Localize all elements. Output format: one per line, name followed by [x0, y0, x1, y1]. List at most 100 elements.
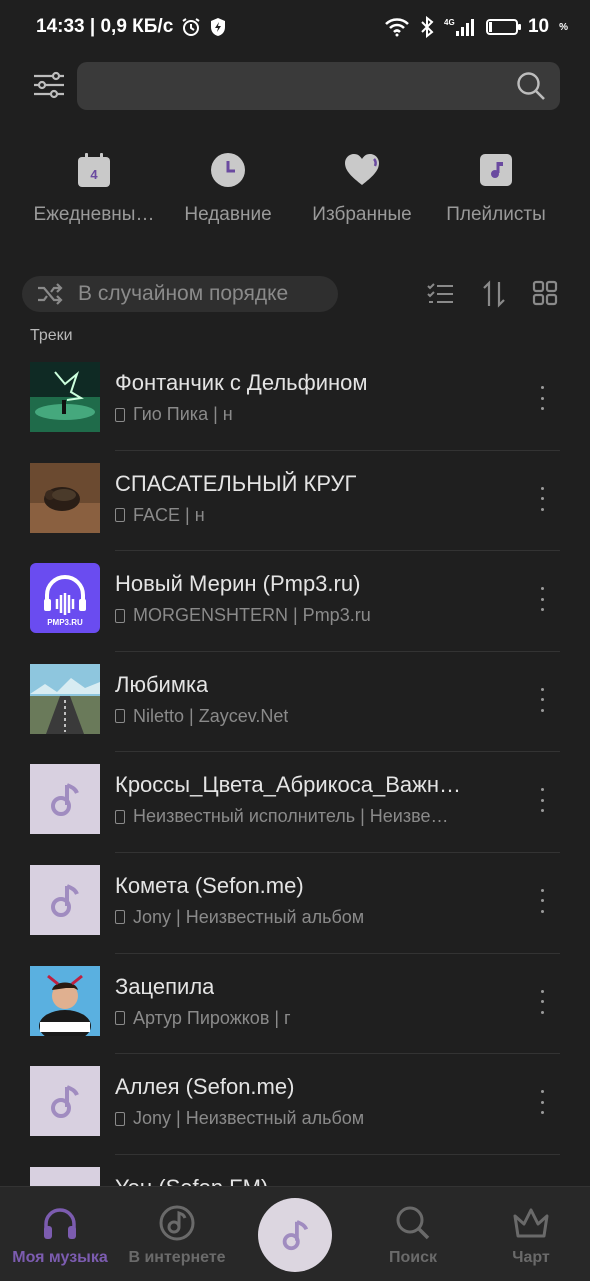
search-icon[interactable]	[516, 71, 546, 106]
track-subtitle: Jony | Неизвестный альбом	[115, 1108, 364, 1129]
shield-icon	[209, 17, 227, 37]
calendar-icon: 4	[74, 150, 114, 190]
shuffle-icon	[36, 282, 64, 306]
category-recent[interactable]: Недавние	[158, 150, 298, 226]
track-row[interactable]: Зацепила Артур Пирожков | г	[0, 954, 590, 1055]
track-subtitle: Jony | Неизвестный альбом	[115, 907, 364, 928]
track-row[interactable]: PMP3.RU Новый Мерин (Pmp3.ru) MORGENSHTE…	[0, 551, 590, 652]
album-cover	[30, 663, 100, 734]
search-input[interactable]	[77, 62, 560, 110]
track-row[interactable]: СПАСАТЕЛЬНЫЙ КРУГ FACE | н	[0, 451, 590, 552]
category-label: Избранные	[312, 204, 412, 225]
cover-text: PMP3.RU	[47, 618, 83, 627]
track-row[interactable]: Любимка Niletto | Zaycev.Net	[0, 652, 590, 753]
nav-online[interactable]: В интернете	[117, 1187, 237, 1267]
nav-search[interactable]: Поиск	[353, 1187, 473, 1267]
more-options-icon[interactable]	[532, 386, 552, 410]
music-note-icon	[51, 884, 79, 917]
track-artist: Артур Пирожков | г	[133, 1007, 291, 1028]
track-row[interactable]: Аллея (Sefon.me) Jony | Неизвестный альб…	[0, 1054, 590, 1155]
battery-unit: %	[559, 21, 568, 33]
track-artist: Jony | Неизвестный альбом	[133, 906, 365, 927]
track-subtitle: MORGENSHTERN | Pmp3.ru	[115, 605, 371, 626]
now-playing-button[interactable]	[258, 1198, 332, 1272]
category-playlists[interactable]: Плейлисты	[426, 150, 566, 226]
track-subtitle: Неизвестный исполнитель | Неизве…	[115, 806, 448, 827]
more-options-icon[interactable]	[532, 1090, 552, 1115]
nav-label: Чарт	[512, 1249, 550, 1266]
nav-label: В интернете	[128, 1249, 226, 1266]
track-title: Новый Мерин (Pmp3.ru)	[115, 571, 361, 597]
heart-icon	[342, 150, 382, 190]
shuffle-label: В случайном порядке	[78, 282, 289, 305]
track-row[interactable]: Кроссы_Цвета_Абрикоса_Важн… Неизвестный …	[0, 752, 590, 853]
track-subtitle: FACE | н	[115, 505, 205, 526]
filter-menu-icon[interactable]	[32, 70, 66, 100]
network-label: 4G	[444, 18, 455, 27]
status-bar: 14:33 | 0,9 КБ/с 4G 10 %	[0, 0, 590, 54]
device-icon	[115, 407, 125, 422]
more-options-icon[interactable]	[532, 989, 552, 1014]
search-icon	[395, 1205, 431, 1241]
headphones-icon	[42, 1205, 78, 1241]
nav-label: Моя музыка	[12, 1249, 108, 1266]
track-row[interactable]: Фонтанчик с Дельфином Гио Пика | н	[0, 350, 590, 451]
track-subtitle: Niletto | Zaycev.Net	[115, 706, 288, 727]
disc-icon	[159, 1205, 195, 1241]
wifi-icon	[384, 17, 410, 37]
track-artist: Niletto | Zaycev.Net	[133, 705, 289, 726]
track-row[interactable]: You (Sefon.FM)	[0, 1155, 590, 1186]
track-artist: FACE | н	[133, 504, 205, 525]
device-icon	[115, 910, 125, 925]
device-icon	[115, 709, 125, 724]
device-icon	[115, 1111, 125, 1126]
category-daily[interactable]: 4 Ежедневны…	[24, 150, 164, 226]
device-icon	[115, 608, 125, 623]
album-cover	[30, 362, 100, 432]
battery-icon	[485, 19, 521, 35]
album-cover-placeholder	[30, 764, 100, 835]
device-icon	[115, 809, 125, 824]
track-list: Фонтанчик с Дельфином Гио Пика | н СПАСА…	[0, 350, 590, 1186]
track-title: Любимка	[115, 671, 209, 697]
more-options-icon[interactable]	[532, 486, 552, 511]
nav-my-music[interactable]: Моя музыка	[0, 1187, 120, 1267]
crown-icon	[512, 1205, 550, 1241]
calendar-badge: 4	[90, 167, 98, 182]
signal-icon: 4G	[444, 17, 476, 37]
clock-icon	[208, 150, 248, 190]
more-options-icon[interactable]	[532, 587, 552, 612]
category-label: Плейлисты	[446, 204, 546, 225]
category-favorites[interactable]: Избранные	[292, 150, 432, 226]
more-options-icon[interactable]	[532, 788, 552, 813]
select-list-icon[interactable]	[426, 280, 454, 313]
alarm-icon	[181, 17, 201, 37]
album-cover-placeholder	[30, 1166, 100, 1186]
grid-view-icon[interactable]	[532, 280, 558, 311]
nav-chart[interactable]: Чарт	[471, 1187, 590, 1267]
track-title: You (Sefon.FM)	[115, 1175, 268, 1186]
album-cover: PMP3.RU	[30, 563, 100, 634]
nav-label: Поиск	[388, 1249, 437, 1266]
music-note-icon	[51, 1085, 79, 1119]
album-cover	[30, 965, 100, 1036]
track-artist: MORGENSHTERN | Pmp3.ru	[133, 605, 371, 626]
track-title: Аллея (Sefon.me)	[115, 1074, 295, 1100]
album-cover-placeholder	[30, 1066, 100, 1137]
category-row: 4 Ежедневны… Недавние Избранные Плейлист…	[0, 150, 590, 240]
music-note-icon	[282, 1220, 309, 1251]
more-options-icon[interactable]	[532, 687, 552, 712]
track-subtitle: Артур Пирожков | г	[115, 1008, 291, 1029]
track-title: Зацепила	[115, 973, 215, 999]
category-label: Ежедневны…	[33, 204, 155, 225]
track-artist: Jony | Неизвестный альбом	[133, 1108, 365, 1129]
shuffle-button[interactable]: В случайном порядке	[22, 276, 338, 312]
track-row[interactable]: Комета (Sefon.me) Jony | Неизвестный аль…	[0, 853, 590, 954]
top-bar	[0, 60, 590, 110]
track-artist: Неизвестный исполнитель | Неизве…	[133, 806, 449, 827]
track-subtitle: Гио Пика | н	[115, 404, 233, 425]
more-options-icon[interactable]	[532, 888, 552, 913]
track-title: Фонтанчик с Дельфином	[115, 370, 368, 395]
sort-icon[interactable]	[480, 280, 508, 313]
track-title: СПАСАТЕЛЬНЫЙ КРУГ	[115, 470, 357, 496]
